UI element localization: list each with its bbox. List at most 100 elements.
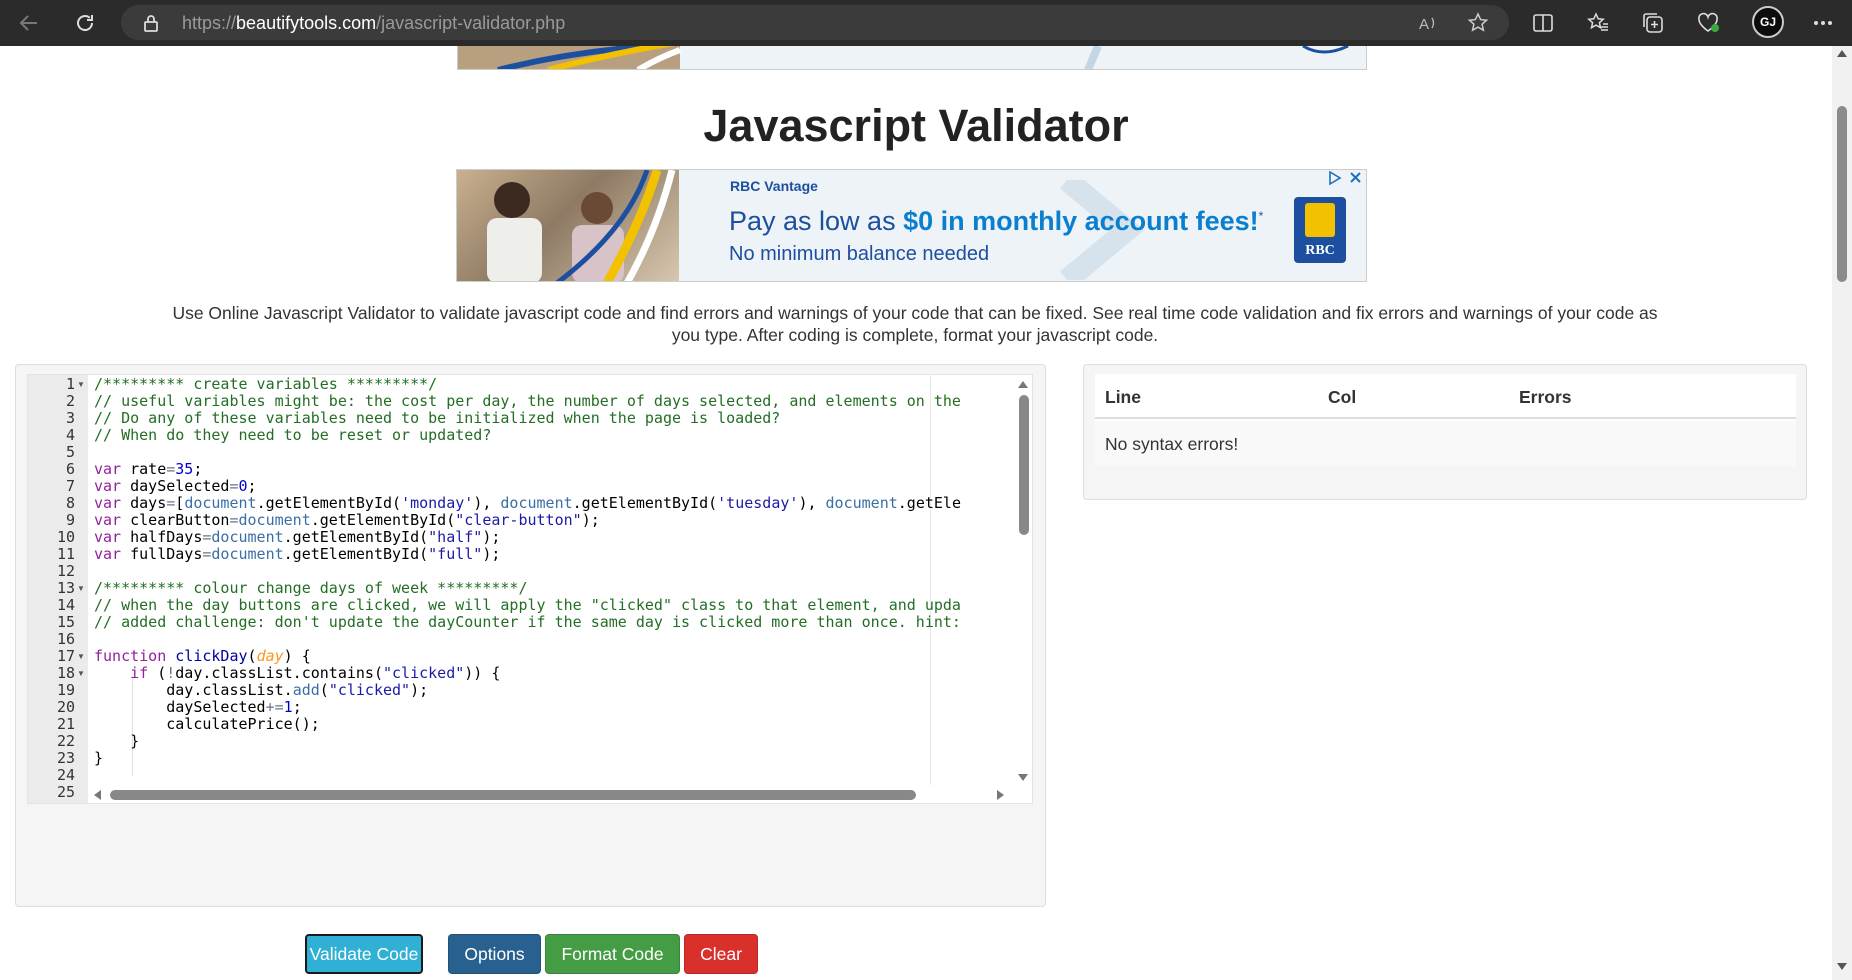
results-message: No syntax errors! — [1105, 434, 1239, 454]
ad-headline-pre: Pay as low as — [729, 206, 904, 236]
line-number: 11 — [56, 545, 75, 563]
ad-headline: Pay as low as $0 in monthly account fees… — [729, 206, 1263, 237]
read-aloud-icon[interactable]: A — [1417, 12, 1439, 34]
line-number: 16 — [56, 630, 75, 648]
code-line: /********* create variables *********/ — [94, 375, 438, 393]
code-line: } — [94, 732, 140, 750]
code-line: // added challenge: don't update the day… — [94, 613, 961, 631]
line-number: 6 — [65, 460, 75, 478]
scroll-up-icon[interactable] — [1018, 381, 1028, 388]
rbc-crest-icon — [1305, 203, 1335, 237]
editor-horizontal-scrollbar[interactable] — [88, 785, 1013, 803]
scroll-left-icon[interactable] — [94, 790, 101, 800]
intro-text: Use Online Javascript Validator to valid… — [172, 303, 1658, 345]
line-number: 1 — [65, 375, 75, 393]
ad-choices-icon — [1329, 170, 1342, 186]
ad-subline: No minimum balance needed — [729, 243, 990, 265]
code-line: // When do they need to be reset or upda… — [94, 426, 492, 444]
ad-headline-mark: * — [1258, 209, 1264, 223]
results-panel: Line Col Errors No syntax errors! — [1083, 364, 1807, 500]
top-ad-graphic — [458, 46, 1349, 69]
line-number: 12 — [56, 562, 75, 580]
favorites-icon[interactable] — [1585, 10, 1611, 36]
results-header-row: Line Col Errors — [1095, 374, 1796, 419]
lock-icon[interactable] — [143, 14, 159, 37]
page-scrollbar[interactable] — [1832, 46, 1852, 980]
page-title: Javascript Validator — [703, 100, 1129, 151]
format-code-button[interactable]: Format Code — [545, 934, 680, 974]
editor-hscroll-thumb[interactable] — [110, 790, 916, 800]
back-icon[interactable] — [14, 8, 44, 38]
line-number: 18 — [56, 664, 75, 682]
line-number: 7 — [65, 477, 75, 495]
code-editor[interactable]: 1 2 3 4 5 6 7 8 9 10 11 12 13 14 15 16 17 18 19 20 21 22 23 24 2… — [27, 374, 1033, 804]
page-viewport: Javascript Validator RBC Vantage Pay as … — [0, 46, 1832, 980]
code-line: calculatePrice(); — [94, 715, 320, 733]
fold-toggle-icon[interactable]: ▼ — [77, 652, 85, 661]
fold-toggle-icon[interactable]: ▼ — [77, 669, 85, 678]
line-number: 22 — [56, 732, 75, 750]
results-table: Line Col Errors No syntax errors! — [1095, 374, 1796, 466]
split-screen-icon[interactable] — [1530, 10, 1556, 36]
line-number: 4 — [65, 426, 75, 444]
collections-icon[interactable] — [1640, 10, 1666, 36]
url-text[interactable]: https://beautifytools.com/javascript-val… — [182, 13, 565, 34]
clear-button[interactable]: Clear — [684, 934, 758, 974]
address-bar[interactable]: https://beautifytools.com/javascript-val… — [121, 5, 1509, 40]
line-number: 5 — [65, 443, 75, 461]
line-number: 21 — [56, 715, 75, 733]
url-host: beautifytools.com — [236, 13, 377, 33]
ad-banner[interactable]: RBC Vantage Pay as low as $0 in monthly … — [456, 169, 1367, 282]
ad-brand: RBC Vantage — [730, 178, 818, 194]
ad-headline-highlight: $0 in monthly account fees! — [903, 206, 1259, 236]
line-number: 13 — [56, 579, 75, 597]
code-line: var fullDays=document.getElementById("fu… — [94, 545, 501, 563]
page-scroll-down-icon[interactable] — [1837, 963, 1847, 970]
col-col-header: Col — [1328, 387, 1357, 407]
code-line: daySelected+=1; — [94, 698, 302, 716]
col-line-header: Line — [1105, 387, 1141, 407]
scroll-right-icon[interactable] — [997, 790, 1004, 800]
more-icon[interactable] — [1810, 10, 1836, 36]
options-button[interactable]: Options — [448, 934, 541, 974]
code-line: day.classList.add("clicked"); — [94, 681, 429, 699]
code-area[interactable]: /********* create variables *********/ /… — [94, 375, 1032, 803]
validate-code-button[interactable]: Validate Code — [305, 934, 423, 974]
code-line: var daySelected=0; — [94, 477, 257, 495]
scroll-down-icon[interactable] — [1018, 774, 1028, 781]
code-line: // useful variables might be: the cost p… — [94, 392, 961, 410]
code-line: var halfDays=document.getElementById("ha… — [94, 528, 501, 546]
fold-toggle-icon[interactable]: ▼ — [77, 584, 85, 593]
favorite-star-icon[interactable] — [1467, 12, 1489, 34]
code-line: var days=[document.getElementById('monda… — [94, 494, 961, 512]
browser-toolbar: https://beautifytools.com/javascript-val… — [0, 0, 1852, 46]
top-ad-banner[interactable] — [457, 46, 1367, 70]
line-number: 14 — [56, 596, 75, 614]
line-number: 15 — [56, 613, 75, 631]
line-number: 17 — [56, 647, 75, 665]
fold-toggle-icon[interactable]: ▼ — [77, 380, 85, 389]
avatar-initials: GJ — [1759, 15, 1776, 29]
page-scroll-thumb[interactable] — [1837, 106, 1847, 282]
ad-choices[interactable] — [1327, 170, 1366, 191]
editor-panel: 1 2 3 4 5 6 7 8 9 10 11 12 13 14 15 16 17 18 19 20 21 22 23 24 2… — [15, 364, 1046, 974]
ad-photo — [457, 170, 679, 281]
code-line: /********* colour change days of week **… — [94, 579, 528, 597]
print-margin — [930, 375, 931, 785]
refresh-icon[interactable] — [70, 8, 100, 38]
editor-vscroll-thumb[interactable] — [1019, 395, 1029, 535]
rbc-logo-text: RBC — [1305, 243, 1335, 258]
profile-avatar[interactable]: GJ — [1752, 6, 1784, 38]
svg-text:A: A — [1419, 16, 1429, 33]
line-number: 19 — [56, 681, 75, 699]
line-number: 8 — [65, 494, 75, 512]
code-line: if (!day.classList.contains("clicked")) … — [130, 664, 501, 682]
line-number: 9 — [65, 511, 75, 529]
line-number: 25 — [56, 783, 75, 801]
page-scroll-up-icon[interactable] — [1837, 50, 1847, 57]
editor-vertical-scrollbar[interactable] — [1013, 375, 1032, 785]
browser-essentials-icon[interactable] — [1695, 10, 1721, 36]
results-row: No syntax errors! — [1095, 421, 1796, 466]
line-number: 3 — [65, 409, 75, 427]
line-number: 20 — [56, 698, 75, 716]
